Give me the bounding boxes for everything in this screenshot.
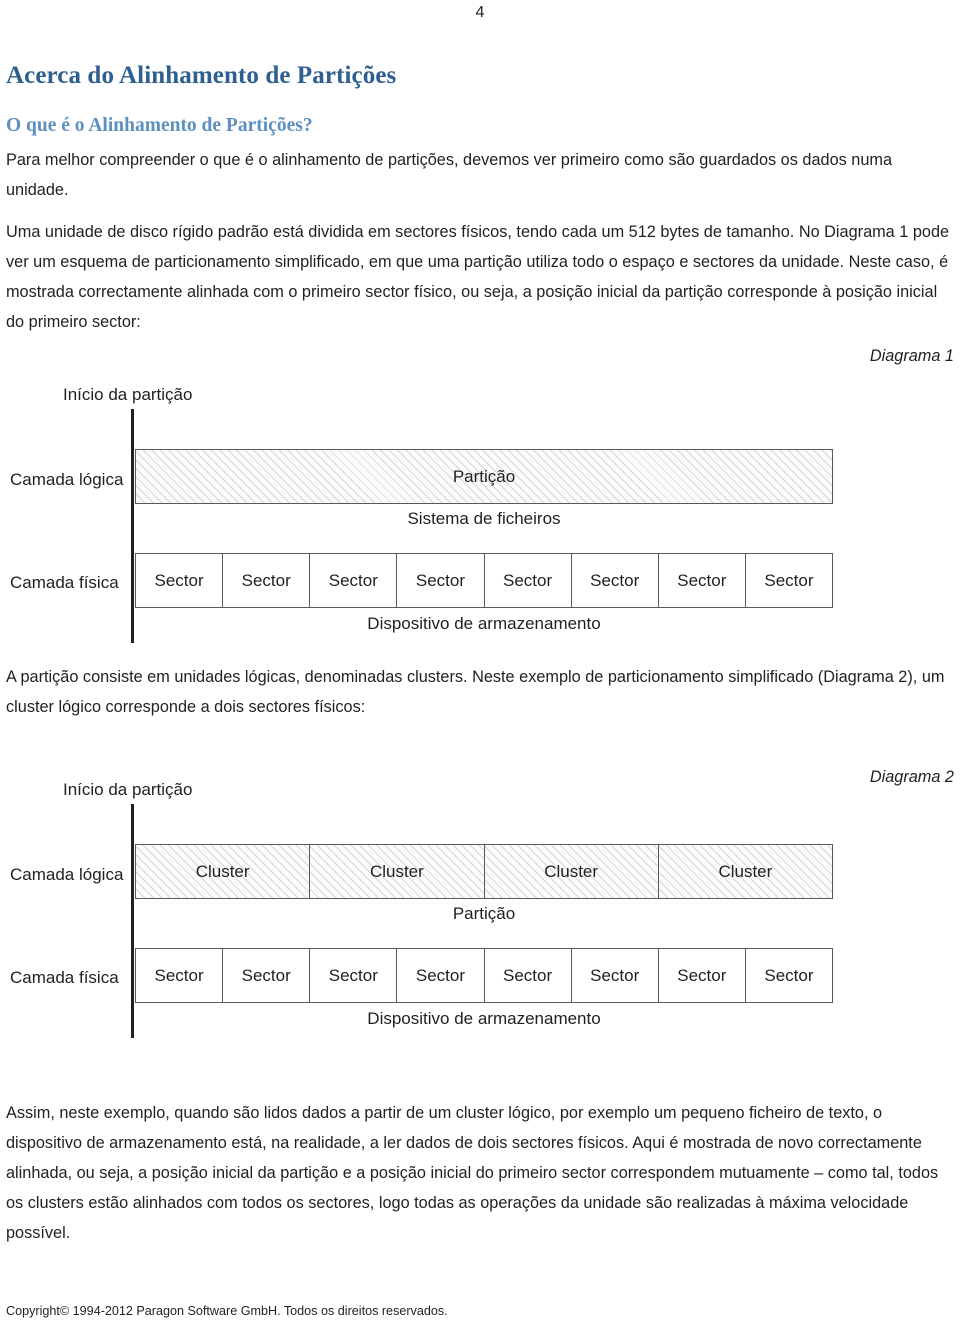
- sector-cell-label: Sector: [764, 965, 814, 985]
- diagram-2-physical-row: Sector Sector Sector Sector Sector Sector Sect…: [135, 948, 833, 1003]
- diagram-1-caption: Diagrama 1: [869, 347, 954, 365]
- sector-cell: Sector: [657, 948, 745, 1003]
- paragraph-cluster: A partição consiste em unidades lógicas,…: [6, 668, 945, 716]
- page-title: Acerca do Alinhamento de Partições: [6, 62, 397, 89]
- sector-cell: Sector: [657, 553, 745, 608]
- sector-cell-label: Sector: [415, 570, 465, 590]
- sector-cell: Sector: [570, 553, 658, 608]
- cluster-cell: Cluster: [657, 844, 833, 899]
- diagram-2-physical-layer-label: Camada física: [10, 968, 119, 987]
- sector-cell-label: Sector: [328, 570, 378, 590]
- diagram-1-filesystem-label: Sistema de ficheiros: [407, 509, 561, 528]
- diagram-1: Início da partição Camada lógica Camada …: [0, 385, 960, 650]
- sector-cell-label: Sector: [590, 965, 640, 985]
- cluster-cell-label: Cluster: [195, 861, 250, 881]
- diagram-2-partition-label: Partição: [452, 904, 516, 923]
- sector-cell-label: Sector: [677, 570, 727, 590]
- cluster-cell-label: Cluster: [369, 861, 424, 881]
- sector-cell: Sector: [309, 553, 397, 608]
- sector-cell: Sector: [570, 948, 658, 1003]
- diagram-2: Início da partição Camada lógica Camada …: [0, 780, 960, 1045]
- footer-copyright: Copyright© 1994-2012 Paragon Software Gm…: [6, 1304, 448, 1318]
- sector-cell: Sector: [222, 553, 310, 608]
- document-page: 4 Acerca do Alinhamento de Partições O q…: [0, 0, 960, 1341]
- sector-cell: Sector: [396, 553, 484, 608]
- diagram-2-logical-layer-label: Camada lógica: [10, 865, 124, 884]
- sector-cell-label: Sector: [154, 965, 204, 985]
- sector-cell: Sector: [309, 948, 397, 1003]
- sector-cell: Sector: [135, 553, 223, 608]
- diagram-1-physical-layer-label: Camada física: [10, 573, 119, 592]
- sector-cell: Sector: [222, 948, 310, 1003]
- diagram-1-physical-row: Sector Sector Sector Sector Sector Sector Sect…: [135, 553, 833, 608]
- sector-cell: Sector: [744, 948, 833, 1003]
- partition-start-line: [131, 804, 134, 1038]
- partition-cell-label: Partição: [452, 466, 516, 486]
- paragraph-sectors: Uma unidade de disco rígido padrão está …: [6, 223, 950, 331]
- sector-cell-label: Sector: [241, 965, 291, 985]
- partition-cell: Partição: [135, 449, 833, 504]
- diagram-2-device-label: Dispositivo de armazenamento: [367, 1009, 601, 1028]
- cluster-cell: Cluster: [483, 844, 658, 899]
- sector-cell: Sector: [483, 553, 571, 608]
- diagram-1-logical-layer-label: Camada lógica: [10, 470, 124, 489]
- sector-cell: Sector: [483, 948, 571, 1003]
- sector-cell-label: Sector: [590, 570, 640, 590]
- diagram-1-device-label: Dispositivo de armazenamento: [367, 614, 601, 633]
- sector-cell-label: Sector: [154, 570, 204, 590]
- sector-cell-label: Sector: [241, 570, 291, 590]
- sector-cell-label: Sector: [328, 965, 378, 985]
- cluster-cell-label: Cluster: [544, 861, 599, 881]
- diagram-2-start-label: Início da partição: [63, 780, 193, 799]
- section-subtitle: O que é o Alinhamento de Partições?: [6, 115, 313, 136]
- page-number: 4: [475, 4, 485, 21]
- cluster-cell: Cluster: [135, 844, 310, 899]
- sector-cell-label: Sector: [415, 965, 465, 985]
- partition-start-line: [131, 409, 134, 643]
- diagram-1-logical-row: Partição: [135, 449, 833, 504]
- paragraph-intro: Para melhor compreender o que é o alinha…: [6, 151, 893, 199]
- cluster-cell-label: Cluster: [718, 861, 773, 881]
- cluster-cell: Cluster: [309, 844, 484, 899]
- sector-cell: Sector: [396, 948, 484, 1003]
- diagram-2-logical-row: Cluster Cluster Cluster Cluster: [135, 844, 833, 899]
- paragraph-final: Assim, neste exemplo, quando são lidos d…: [6, 1104, 939, 1242]
- sector-cell: Sector: [135, 948, 223, 1003]
- sector-cell-label: Sector: [677, 965, 727, 985]
- sector-cell-label: Sector: [764, 570, 814, 590]
- sector-cell: Sector: [744, 553, 833, 608]
- sector-cell-label: Sector: [502, 570, 553, 590]
- diagram-1-start-label: Início da partição: [63, 385, 193, 404]
- sector-cell-label: Sector: [502, 965, 553, 985]
